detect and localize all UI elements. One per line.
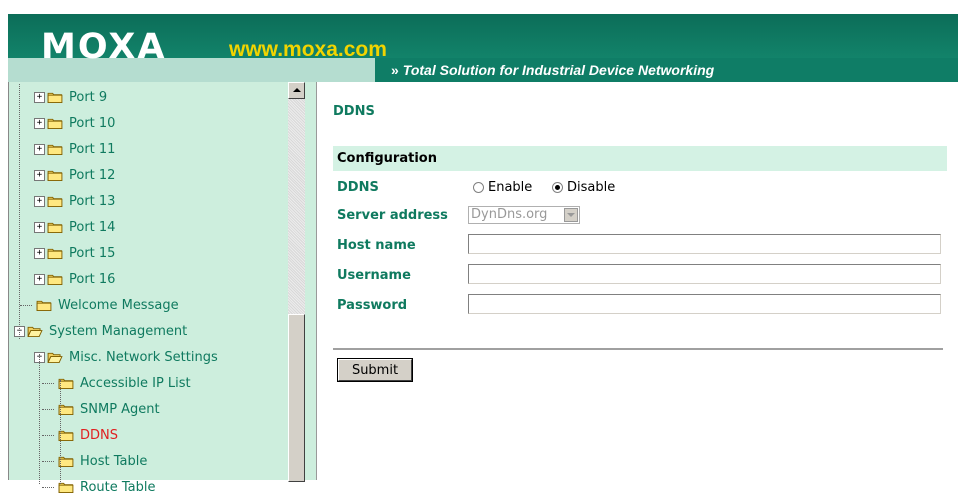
expand-icon[interactable]: + xyxy=(34,221,45,233)
tree-item-snmp-agent[interactable]: SNMP Agent xyxy=(56,396,160,422)
scrollbar-thumb[interactable] xyxy=(288,314,305,482)
server-address-label: Server address xyxy=(337,208,448,223)
ddns-label: DDNS xyxy=(337,180,379,195)
password-input[interactable] xyxy=(468,294,941,314)
tree-item-label[interactable]: Port 9 xyxy=(69,90,107,105)
tree-item-label[interactable]: Accessible IP List xyxy=(80,376,191,391)
tree-item-port-10[interactable]: + Port 10 xyxy=(34,110,115,136)
folder-icon xyxy=(47,118,63,129)
tree-item-label[interactable]: System Management xyxy=(49,324,187,339)
expand-icon[interactable]: + xyxy=(34,273,45,285)
expand-icon[interactable]: + xyxy=(34,143,45,155)
username-input[interactable] xyxy=(468,264,941,284)
folder-icon xyxy=(47,144,63,155)
double-chevron-icon: » xyxy=(391,62,399,78)
tree-item-label[interactable]: Port 16 xyxy=(69,272,115,287)
disable-radio-label[interactable]: Disable xyxy=(567,180,615,195)
password-label: Password xyxy=(337,298,408,313)
tree-connector-line xyxy=(42,409,54,410)
tree-item-port-12[interactable]: + Port 12 xyxy=(34,162,115,188)
tree-item-label[interactable]: Port 13 xyxy=(69,194,115,209)
folder-icon xyxy=(47,196,63,207)
tree-item-label[interactable]: Port 12 xyxy=(69,168,115,183)
tagline-text: Total Solution for Industrial Device Net… xyxy=(402,62,715,78)
tree-connector-line xyxy=(42,383,54,384)
server-address-select[interactable]: DynDns.org xyxy=(468,206,580,224)
enable-radio-label[interactable]: Enable xyxy=(488,180,532,195)
tree-scrollbar[interactable] xyxy=(288,82,305,482)
browser-top-strip xyxy=(0,0,958,14)
tree-item-label[interactable]: Welcome Message xyxy=(58,298,179,313)
main-content: DDNS Configuration DDNS Enable Disable S… xyxy=(316,82,958,480)
tree-item-label[interactable]: Misc. Network Settings xyxy=(69,350,218,365)
tree-guide-line xyxy=(60,380,61,484)
divider xyxy=(333,348,943,350)
tree-guide-line xyxy=(39,354,40,484)
section-header: Configuration xyxy=(333,146,947,171)
folder-icon xyxy=(36,300,52,311)
folder-icon xyxy=(47,170,63,181)
tree-item-welcome-message[interactable]: Welcome Message xyxy=(34,292,179,318)
host-name-input[interactable] xyxy=(468,234,941,254)
moxa-logo: MOXA xyxy=(41,27,167,67)
expand-icon[interactable]: + xyxy=(34,117,45,129)
tree-item-port-11[interactable]: + Port 11 xyxy=(34,136,115,162)
header-banner: MOXA www.moxa.com » Total Solution for In… xyxy=(8,14,958,82)
moxa-url: www.moxa.com xyxy=(229,38,387,61)
tree-item-port-14[interactable]: + Port 14 xyxy=(34,214,115,240)
tree-connector-line xyxy=(20,305,32,306)
scroll-up-icon[interactable] xyxy=(288,82,305,99)
expand-icon[interactable]: + xyxy=(34,195,45,207)
open-folder-icon xyxy=(47,352,63,363)
enable-radio[interactable]: Enable xyxy=(473,180,532,195)
tree-item-accessible-ip-list[interactable]: Accessible IP List xyxy=(56,370,191,396)
disable-radio-button[interactable] xyxy=(552,182,563,193)
tree-item-route-table[interactable]: Route Table xyxy=(56,474,156,500)
host-name-label: Host name xyxy=(337,238,416,253)
tree-connector-line xyxy=(42,487,54,488)
enable-radio-button[interactable] xyxy=(473,182,484,193)
tree-connector-line xyxy=(42,435,54,436)
tree-item-label[interactable]: Host Table xyxy=(80,454,147,469)
submit-button[interactable]: Submit xyxy=(338,359,412,381)
tree-border xyxy=(8,82,9,480)
expand-icon[interactable]: + xyxy=(34,169,45,181)
tree-item-label[interactable]: Port 10 xyxy=(69,116,115,131)
navigation-tree-panel: + Port 9 + Port 10 + Port 11 + Port 12 + Port 13 +… xyxy=(8,82,317,495)
tree-item-ddns[interactable]: DDNS xyxy=(56,422,118,448)
tagline: » Total Solution for Industrial Device Ne… xyxy=(375,58,958,82)
chevron-down-icon[interactable] xyxy=(564,208,578,222)
folder-icon xyxy=(47,222,63,233)
folder-icon xyxy=(47,274,63,285)
tree-item-label[interactable]: Port 15 xyxy=(69,246,115,261)
tree-item-port-9[interactable]: + Port 9 xyxy=(34,84,107,110)
tree-item-label[interactable]: DDNS xyxy=(80,428,118,443)
tree-guide-line xyxy=(19,84,20,339)
open-folder-icon xyxy=(27,326,43,337)
expand-icon[interactable]: + xyxy=(34,91,45,103)
tree-item-misc-network-settings[interactable]: − Misc. Network Settings xyxy=(34,344,218,370)
tree-item-label[interactable]: Route Table xyxy=(80,480,156,495)
tree-item-port-15[interactable]: + Port 15 xyxy=(34,240,115,266)
disable-radio[interactable]: Disable xyxy=(552,180,615,195)
expand-icon[interactable]: + xyxy=(34,247,45,259)
tree-item-label[interactable]: SNMP Agent xyxy=(80,402,160,417)
tree-item-label[interactable]: Port 11 xyxy=(69,142,115,157)
username-label: Username xyxy=(337,268,411,283)
folder-icon xyxy=(47,92,63,103)
folder-icon xyxy=(47,248,63,259)
tree-item-port-16[interactable]: + Port 16 xyxy=(34,266,115,292)
tree-item-port-13[interactable]: + Port 13 xyxy=(34,188,115,214)
server-address-value: DynDns.org xyxy=(471,207,548,222)
tree-item-host-table[interactable]: Host Table xyxy=(56,448,147,474)
page-title: DDNS xyxy=(333,104,375,119)
tree-item-system-management[interactable]: − System Management xyxy=(14,318,187,344)
tree-connector-line xyxy=(42,461,54,462)
tree-item-label[interactable]: Port 14 xyxy=(69,220,115,235)
